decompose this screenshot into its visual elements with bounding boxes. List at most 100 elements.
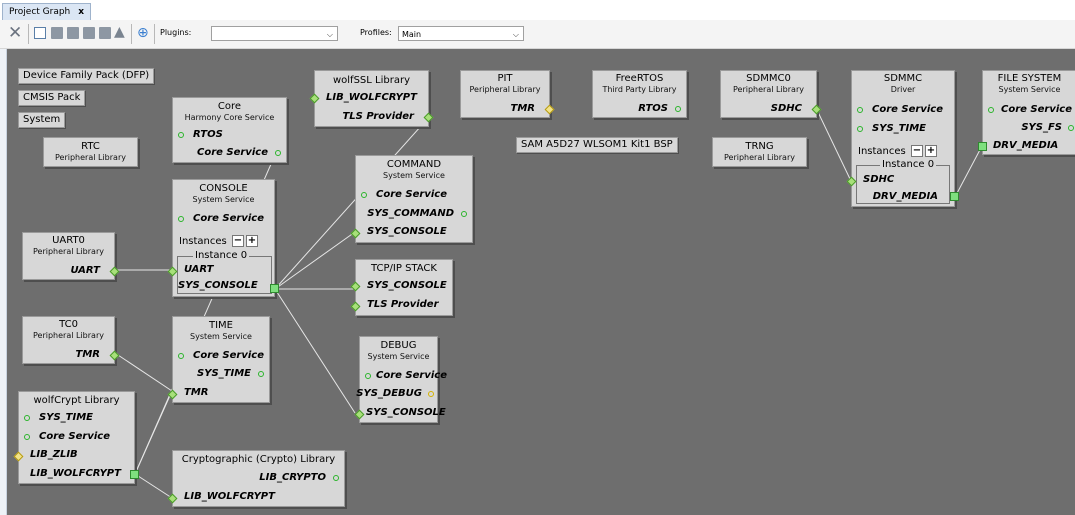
node-pit[interactable]: PIT Peripheral Library TMR bbox=[460, 70, 555, 118]
tab-close-icon[interactable]: x bbox=[78, 7, 84, 17]
minus-button[interactable]: − bbox=[231, 235, 244, 247]
align-icon[interactable] bbox=[51, 27, 63, 39]
port-sys-console: SYS_CONSOLE bbox=[367, 280, 447, 291]
port-dot-icon[interactable] bbox=[333, 475, 339, 481]
port-square-icon[interactable] bbox=[950, 192, 959, 201]
plus-button[interactable]: + bbox=[924, 145, 937, 157]
arrange-icon[interactable] bbox=[83, 27, 95, 39]
node-subtitle: Peripheral Library bbox=[733, 85, 804, 94]
node-tc0[interactable]: TC0 Peripheral Library TMR bbox=[22, 316, 120, 364]
node-title: DEBUG bbox=[380, 340, 417, 351]
tab-bar: Project Graph x bbox=[0, 0, 1075, 21]
port-dot-icon[interactable] bbox=[178, 132, 184, 138]
node-subtitle: Peripheral Library bbox=[33, 247, 104, 256]
distribute-icon[interactable] bbox=[99, 27, 111, 39]
node-command[interactable]: COMMAND System Service Core Service SYS_… bbox=[350, 155, 473, 243]
port-dot-icon[interactable] bbox=[24, 415, 30, 421]
node-title: FILE SYSTEM bbox=[997, 73, 1062, 84]
node-sdmmc0[interactable]: SDMMC0 Peripheral Library SDHC bbox=[720, 70, 822, 118]
minus-button[interactable]: − bbox=[910, 145, 923, 157]
device-family-pack-button[interactable]: Device Family Pack (DFP) bbox=[18, 68, 155, 84]
node-title: COMMAND bbox=[386, 159, 442, 170]
node-console[interactable]: CONSOLE System Service Core Service Inst… bbox=[167, 179, 279, 297]
node-rtc[interactable]: RTC Peripheral Library bbox=[43, 137, 138, 167]
port-square-icon[interactable] bbox=[130, 470, 139, 479]
port-drv-media: DRV_MEDIA bbox=[872, 191, 938, 202]
port-dot-icon[interactable] bbox=[988, 107, 994, 113]
project-graph-canvas[interactable]: Device Family Pack (DFP) CMSIS Pack Syst… bbox=[7, 49, 1075, 515]
port-core-service: Core Service bbox=[193, 213, 264, 224]
port-dot-icon[interactable] bbox=[24, 434, 30, 440]
plus-button[interactable]: + bbox=[245, 235, 258, 247]
port-dot-icon[interactable] bbox=[675, 106, 681, 112]
plugins-label: Plugins: bbox=[160, 28, 192, 37]
port-dot-icon[interactable] bbox=[361, 192, 367, 198]
plugins-dropdown[interactable]: ⌵ bbox=[211, 26, 338, 41]
node-sdmmc-driver[interactable]: SDMMC Driver Core Service SYS_TIME Insta… bbox=[846, 70, 959, 207]
port-rtos: RTOS bbox=[193, 129, 223, 140]
node-crypto-library[interactable]: Cryptographic (Crypto) Library LIB_CRYPT… bbox=[167, 450, 345, 507]
port-dot-icon[interactable] bbox=[857, 107, 863, 113]
chevron-down-icon: ⌵ bbox=[326, 30, 333, 39]
plugin-icon[interactable]: ⊕ bbox=[137, 25, 149, 41]
node-title: CONSOLE bbox=[199, 183, 248, 194]
node-title: wolfCrypt Library bbox=[33, 395, 120, 406]
port-dot-icon[interactable] bbox=[461, 211, 467, 217]
node-uart0[interactable]: UART0 Peripheral Library UART bbox=[22, 232, 120, 280]
node-subtitle: System Service bbox=[998, 85, 1061, 94]
port-sys-console: SYS_CONSOLE bbox=[367, 226, 447, 237]
port-square-icon[interactable] bbox=[270, 284, 279, 293]
port-dot-icon[interactable] bbox=[258, 371, 264, 377]
port-sys-console: SYS_CONSOLE bbox=[366, 407, 446, 418]
port-dot-icon[interactable] bbox=[857, 126, 863, 132]
node-title: Core bbox=[217, 101, 242, 112]
node-trng[interactable]: TRNG Peripheral Library bbox=[712, 137, 807, 167]
node-title: SDMMC bbox=[883, 73, 923, 84]
port-core-service: Core Service bbox=[39, 431, 110, 442]
node-core[interactable]: Core Harmony Core Service RTOS Core Serv… bbox=[172, 97, 287, 163]
port-dot-icon[interactable] bbox=[428, 391, 434, 397]
new-group-icon[interactable] bbox=[34, 27, 46, 39]
port-tls-provider: TLS Provider bbox=[367, 299, 439, 310]
node-title: Cryptographic (Crypto) Library bbox=[181, 454, 336, 465]
port-core-service: Core Service bbox=[376, 370, 447, 381]
node-title: TRNG bbox=[745, 141, 774, 152]
port-lib-crypto: LIB_CRYPTO bbox=[259, 472, 326, 483]
port-dot-icon[interactable] bbox=[178, 353, 184, 359]
node-title: FreeRTOS bbox=[615, 73, 664, 84]
node-file-system[interactable]: FILE SYSTEM System Service Core Service … bbox=[978, 70, 1075, 155]
toolbar-separator bbox=[131, 24, 132, 44]
node-debug[interactable]: DEBUG System Service Core Service SYS_DE… bbox=[354, 336, 447, 423]
bsp-button[interactable]: SAM A5D27 WLSOM1 Kit1 BSP bbox=[516, 137, 678, 153]
delete-icon[interactable]: ✕ bbox=[8, 25, 22, 42]
node-wolfssl[interactable]: wolfSSL Library LIB_WOLFCRYPT TLS Provid… bbox=[309, 70, 434, 127]
layout-icon[interactable] bbox=[67, 27, 79, 39]
port-lib-wolfcrypt: LIB_WOLFCRYPT bbox=[30, 468, 121, 479]
node-title: TC0 bbox=[59, 319, 78, 330]
node-subtitle: Peripheral Library bbox=[724, 153, 795, 162]
port-sys-fs: SYS_FS bbox=[1021, 122, 1062, 133]
node-tcpip-stack[interactable]: TCP/IP STACK SYS_CONSOLE TLS Provider bbox=[350, 259, 453, 316]
port-dot-icon[interactable] bbox=[1068, 125, 1074, 131]
port-square-icon[interactable] bbox=[978, 142, 987, 151]
node-subtitle: Harmony Core Service bbox=[184, 113, 275, 122]
port-dot-icon[interactable] bbox=[365, 373, 371, 379]
chevron-down-icon: ⌵ bbox=[512, 30, 519, 39]
node-time[interactable]: TIME System Service Core Service SYS_TIM… bbox=[167, 316, 270, 403]
cmsis-pack-button[interactable]: CMSIS Pack bbox=[18, 90, 86, 106]
tab-project-graph[interactable]: Project Graph x bbox=[2, 3, 92, 21]
toolbar-separator bbox=[154, 24, 155, 44]
toolbar-separator bbox=[28, 24, 29, 44]
node-subtitle: System Service bbox=[383, 171, 445, 180]
node-wolfcrypt[interactable]: wolfCrypt Library SYS_TIME Core Service … bbox=[13, 391, 139, 484]
node-freertos[interactable]: FreeRTOS Third Party Library RTOS bbox=[592, 70, 687, 118]
port-tmr: TMR bbox=[510, 103, 535, 114]
move-up-icon[interactable]: ▲ bbox=[114, 24, 125, 40]
node-subtitle: Third Party Library bbox=[602, 85, 677, 94]
system-button[interactable]: System bbox=[18, 112, 66, 128]
port-dot-icon[interactable] bbox=[275, 150, 281, 156]
profiles-value: Main bbox=[402, 30, 422, 39]
port-dot-icon[interactable] bbox=[178, 216, 184, 222]
profiles-dropdown[interactable]: Main ⌵ bbox=[398, 26, 524, 41]
wire-tmr bbox=[114, 352, 173, 392]
